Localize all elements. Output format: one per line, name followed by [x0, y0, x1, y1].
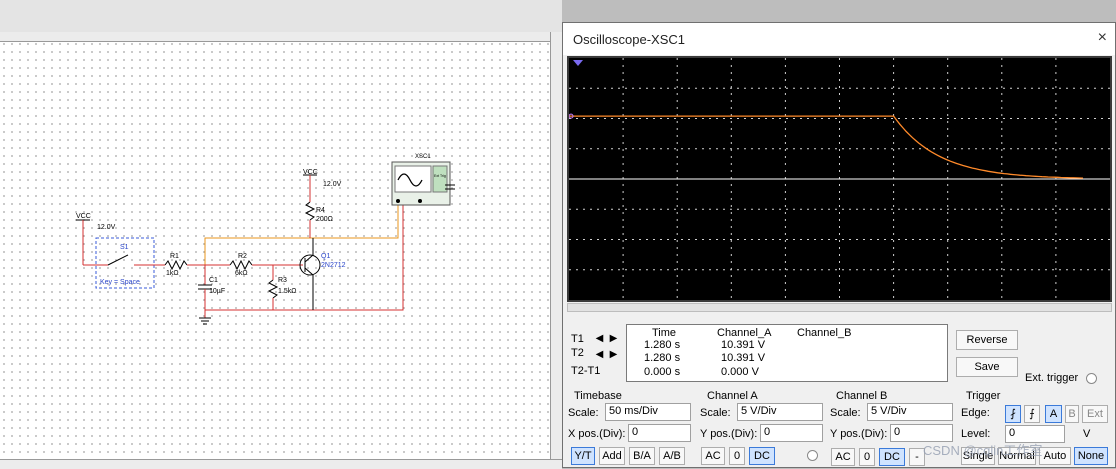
- channel-a-trace: [569, 115, 1084, 179]
- t2-left-arrow-icon[interactable]: ◀: [593, 348, 606, 361]
- r4-name: R4: [316, 207, 325, 214]
- trigger-level-label: Level:: [961, 428, 991, 440]
- q1-part: 2N2712: [321, 262, 346, 269]
- channel-b-ypos-label: Y pos.(Div):: [830, 428, 888, 440]
- oscilloscope-title-bar[interactable]: Oscilloscope-XSC1 ×: [563, 23, 1115, 55]
- t1-right-arrow-icon[interactable]: ▶: [607, 332, 620, 345]
- scope-screen[interactable]: [568, 58, 1110, 300]
- r2-symbol: [229, 259, 253, 271]
- cursor-readout-table: Time Channel_A Channel_B 1.280 s 10.391 …: [626, 324, 948, 382]
- r1-name: R1: [170, 253, 179, 260]
- s1-contact: [107, 254, 129, 266]
- readout-t2-time: 1.280 s: [644, 352, 681, 364]
- xsc1-ext-label: Ext Trig: [434, 174, 446, 178]
- ext-trigger-radio[interactable]: [1086, 373, 1097, 384]
- mode-add-button[interactable]: Add: [599, 447, 625, 465]
- save-button[interactable]: Save: [956, 357, 1018, 377]
- mode-ba-button[interactable]: B/A: [629, 447, 655, 465]
- r1-value: 1kΩ: [166, 270, 179, 277]
- r2-value: 6kΩ: [235, 270, 248, 277]
- timebase-scale-field[interactable]: 50 ms/Div: [605, 403, 691, 421]
- r4-symbol: [304, 201, 316, 221]
- trigger-source-ext-button[interactable]: Ext: [1082, 405, 1108, 423]
- readout-header-channel-a: Channel_A: [717, 327, 772, 339]
- readout-t1-time: 1.280 s: [644, 339, 681, 351]
- reverse-button[interactable]: Reverse: [956, 330, 1018, 350]
- channel-a-zero-button[interactable]: 0: [729, 447, 745, 465]
- r3-value: 1.5kΩ: [278, 288, 296, 295]
- timebase-scale-label: Scale:: [568, 407, 599, 419]
- timebase-xpos-label: X pos.(Div):: [568, 428, 626, 440]
- trigger-mode-auto-button[interactable]: Auto: [1039, 447, 1071, 465]
- oscilloscope-window[interactable]: Oscilloscope-XSC1 × T1 ◀ ▶ T2 ◀ ▶ T2-T1 …: [562, 22, 1116, 468]
- scope-screen-frame: [567, 56, 1112, 302]
- r3-name: R3: [278, 277, 287, 284]
- watermark: CSDN @cqlin工作室: [923, 443, 1043, 458]
- trigger-title: Trigger: [966, 390, 1001, 402]
- t1-left-arrow-icon[interactable]: ◀: [593, 332, 606, 345]
- mode-yt-button[interactable]: Y/T: [571, 447, 595, 465]
- readout-delta-channel-a: 0.000 V: [721, 366, 759, 378]
- readout-delta-time: 0.000 s: [644, 366, 681, 378]
- ext-trigger-label: Ext. trigger: [1025, 372, 1079, 384]
- r3-symbol: [267, 279, 279, 299]
- t1-label: T1: [571, 333, 584, 345]
- xsc1-label: XSC1: [415, 154, 431, 160]
- wire-channel-a: [204, 205, 399, 265]
- trigger-edge-label: Edge:: [961, 407, 990, 419]
- channel-b-zero-button[interactable]: 0: [859, 448, 875, 466]
- t2-right-arrow-icon[interactable]: ▶: [607, 348, 620, 361]
- timebase-title: Timebase: [574, 390, 622, 402]
- scope-display: [568, 58, 1110, 300]
- trigger-level-unit: V: [1083, 428, 1091, 440]
- readout-header-time: Time: [652, 327, 677, 339]
- vcc1-value: 12.0V: [97, 224, 116, 231]
- readout-header-channel-b: Channel_B: [797, 327, 852, 339]
- channel-b-dc-button[interactable]: DC: [879, 448, 905, 466]
- cursor-t1-marker[interactable]: [573, 60, 583, 66]
- s1-key-label: Key = Space: [100, 279, 140, 286]
- close-icon[interactable]: ×: [1098, 29, 1107, 47]
- channel-b-title: Channel B: [836, 390, 888, 402]
- c1-name: C1: [209, 277, 218, 284]
- scope-scrollbar[interactable]: [567, 303, 1112, 312]
- edge-rising-icon[interactable]: ⨏: [1005, 405, 1021, 423]
- circuit-schematic: VCC 12.0V S1 Key = Space R1 1kΩ R2 6kΩ C…: [76, 154, 455, 325]
- channel-a-indicator[interactable]: [807, 450, 818, 461]
- channel-b-scale-label: Scale:: [830, 407, 861, 419]
- readout-t2-channel-a: 10.391 V: [721, 352, 766, 364]
- channel-a-ac-button[interactable]: AC: [701, 447, 725, 465]
- vcc2-value: 12.0V: [323, 181, 342, 188]
- mode-ab-button[interactable]: A/B: [659, 447, 685, 465]
- r1-symbol: [164, 259, 188, 271]
- channel-a-scale-label: Scale:: [700, 407, 731, 419]
- channel-a-title: Channel A: [707, 390, 758, 402]
- vcc1-label: VCC: [76, 213, 91, 220]
- edge-falling-icon[interactable]: ⨍: [1024, 405, 1040, 423]
- channel-a-scale-field[interactable]: 5 V/Div: [737, 403, 823, 421]
- r2-name: R2: [238, 253, 247, 260]
- trigger-mode-none-button[interactable]: None: [1074, 447, 1108, 465]
- c1-value: 10µF: [209, 288, 225, 295]
- r4-value: 200Ω: [316, 216, 333, 223]
- vcc2-label: VCC: [303, 169, 318, 176]
- channel-b-scale-field[interactable]: 5 V/Div: [867, 403, 953, 421]
- s1-label: S1: [120, 244, 129, 251]
- t2-t1-label: T2-T1: [571, 365, 601, 377]
- channel-a-dc-button[interactable]: DC: [749, 447, 775, 465]
- channel-a-ypos-field[interactable]: 0: [760, 424, 823, 442]
- trigger-source-a-button[interactable]: A: [1045, 405, 1062, 423]
- readout-t1-channel-a: 10.391 V: [721, 339, 766, 351]
- channel-b-ac-button[interactable]: AC: [831, 448, 855, 466]
- oscilloscope-title: Oscilloscope-XSC1: [573, 32, 685, 47]
- timebase-xpos-field[interactable]: 0: [628, 424, 691, 442]
- trigger-source-b-button[interactable]: B: [1065, 405, 1079, 423]
- channel-a-ypos-label: Y pos.(Div):: [700, 428, 758, 440]
- q1-name: Q1: [321, 253, 330, 260]
- t2-label: T2: [571, 347, 584, 359]
